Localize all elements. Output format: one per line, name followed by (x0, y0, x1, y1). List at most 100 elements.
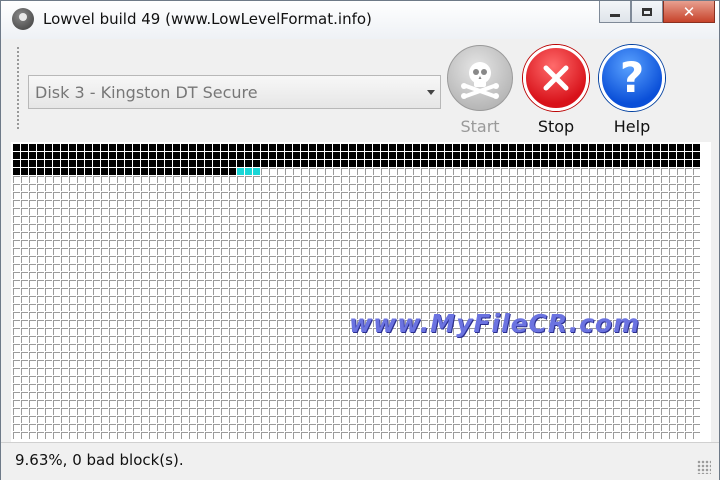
block-empty (357, 432, 364, 439)
block-written (125, 160, 132, 167)
block-written (605, 160, 612, 167)
block-empty (389, 344, 396, 351)
block-empty (133, 408, 140, 415)
block-empty (589, 296, 596, 303)
block-empty (533, 240, 540, 247)
maximize-button[interactable] (631, 1, 663, 23)
block-empty (253, 288, 260, 295)
block-empty (605, 408, 612, 415)
block-empty (445, 168, 452, 175)
block-empty (141, 304, 148, 311)
block-empty (349, 248, 356, 255)
block-empty (165, 432, 172, 439)
block-empty (293, 360, 300, 367)
disk-dropdown[interactable]: Disk 3 - Kingston DT Secure (28, 75, 441, 109)
block-empty (109, 184, 116, 191)
block-written (77, 144, 84, 151)
block-written (373, 144, 380, 151)
minimize-button[interactable] (599, 1, 631, 23)
block-empty (621, 416, 628, 423)
block-empty (621, 288, 628, 295)
block-empty (669, 360, 676, 367)
block-empty (325, 416, 332, 423)
block-empty (269, 264, 276, 271)
block-empty (109, 264, 116, 271)
block-empty (581, 224, 588, 231)
block-empty (373, 240, 380, 247)
block-empty (229, 408, 236, 415)
block-written (453, 160, 460, 167)
block-empty (309, 384, 316, 391)
block-empty (85, 264, 92, 271)
block-empty (213, 368, 220, 375)
block-empty (29, 288, 36, 295)
block-empty (341, 320, 348, 327)
block-empty (469, 288, 476, 295)
close-button[interactable]: ✕ (663, 1, 715, 23)
block-empty (381, 272, 388, 279)
block-empty (365, 424, 372, 431)
block-empty (301, 360, 308, 367)
block-empty (205, 192, 212, 199)
block-empty (101, 408, 108, 415)
block-empty (181, 264, 188, 271)
block-empty (565, 392, 572, 399)
block-empty (509, 216, 516, 223)
block-empty (229, 400, 236, 407)
block-empty (309, 432, 316, 439)
block-empty (637, 392, 644, 399)
block-written (141, 152, 148, 159)
block-empty (293, 240, 300, 247)
block-empty (517, 216, 524, 223)
block-empty (29, 328, 36, 335)
block-empty (405, 240, 412, 247)
block-empty (453, 368, 460, 375)
block-written (157, 152, 164, 159)
block-empty (653, 336, 660, 343)
block-empty (661, 368, 668, 375)
block-written (37, 160, 44, 167)
block-empty (605, 280, 612, 287)
block-empty (565, 288, 572, 295)
block-empty (429, 176, 436, 183)
block-empty (229, 384, 236, 391)
block-empty (269, 424, 276, 431)
block-empty (493, 224, 500, 231)
block-empty (525, 368, 532, 375)
block-empty (485, 192, 492, 199)
block-written (309, 160, 316, 167)
block-empty (101, 208, 108, 215)
block-empty (165, 336, 172, 343)
block-empty (13, 280, 20, 287)
block-empty (685, 320, 692, 327)
block-empty (125, 200, 132, 207)
block-empty (101, 184, 108, 191)
block-empty (181, 416, 188, 423)
block-empty (629, 280, 636, 287)
block-empty (269, 200, 276, 207)
app-icon[interactable] (12, 8, 34, 30)
block-empty (501, 248, 508, 255)
start-button[interactable]: Start (445, 45, 515, 137)
block-empty (125, 384, 132, 391)
title-bar[interactable]: Lowvel build 49 (www.LowLevelFormat.info… (1, 1, 719, 39)
block-empty (589, 280, 596, 287)
help-button[interactable]: ? Help (597, 45, 667, 137)
block-empty (477, 376, 484, 383)
block-empty (653, 168, 660, 175)
resize-grip-icon[interactable] (697, 460, 711, 474)
block-empty (285, 320, 292, 327)
block-empty (157, 368, 164, 375)
block-empty (381, 288, 388, 295)
block-empty (589, 344, 596, 351)
stop-button[interactable]: Stop (521, 45, 591, 137)
block-empty (397, 200, 404, 207)
block-empty (493, 432, 500, 439)
block-empty (157, 200, 164, 207)
block-empty (325, 344, 332, 351)
toolbar-grip[interactable] (17, 47, 19, 129)
block-empty (621, 216, 628, 223)
block-empty (389, 392, 396, 399)
block-empty (653, 416, 660, 423)
block-empty (397, 232, 404, 239)
